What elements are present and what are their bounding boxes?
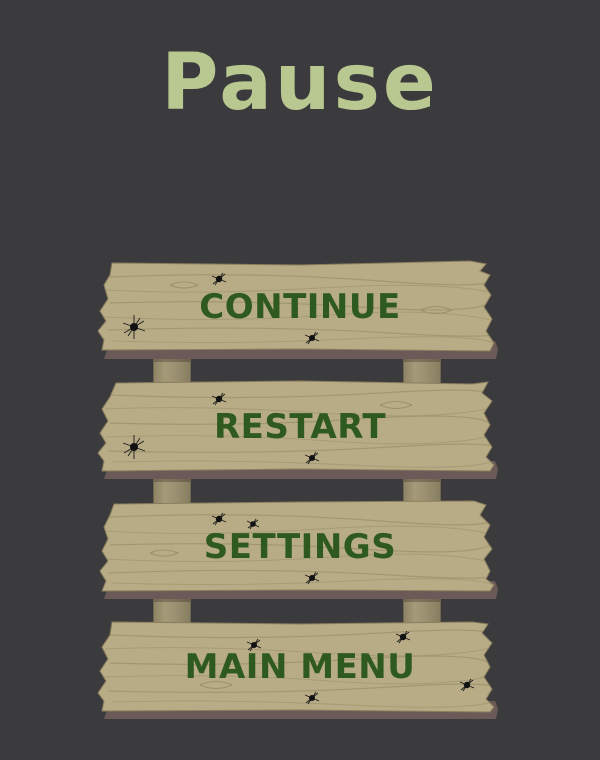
restart-label: RESTART bbox=[213, 407, 387, 447]
settings-label: SETTINGS bbox=[203, 527, 397, 567]
restart-button[interactable]: RESTART bbox=[0, 375, 600, 485]
main-menu-label: MAIN MENU bbox=[184, 647, 416, 687]
main-menu-button[interactable]: MAIN MENU bbox=[0, 615, 600, 725]
wooden-sign-menu: CONTINUE RESTART SETTINGS MAIN MENU bbox=[0, 0, 600, 760]
continue-label: CONTINUE bbox=[199, 287, 401, 327]
settings-button[interactable]: SETTINGS bbox=[0, 495, 600, 605]
continue-button[interactable]: CONTINUE bbox=[0, 255, 600, 365]
